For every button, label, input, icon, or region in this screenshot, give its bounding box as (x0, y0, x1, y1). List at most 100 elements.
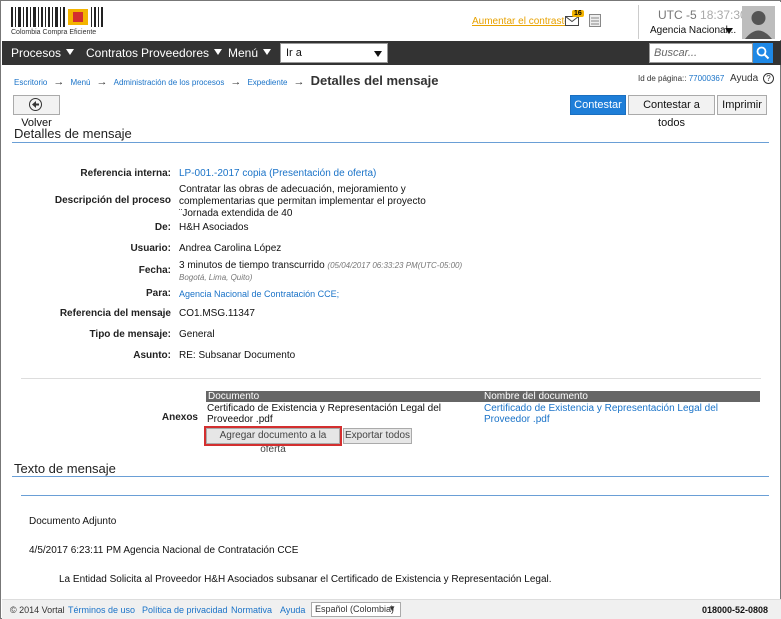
footer-copyright: © 2014 Vortal (10, 605, 65, 615)
document-icon[interactable] (589, 14, 601, 27)
footer-rules-link[interactable]: Normativa (231, 605, 272, 615)
internal-reference-link[interactable]: LP-001.-2017 copia (Presentación de ofer… (179, 168, 469, 180)
message-reference-value: CO1.MSG.11347 (179, 308, 255, 319)
footer-phone: 018000-52-0808 (702, 605, 769, 615)
breadcrumb-arrow: → (96, 76, 108, 88)
annexes-table: Documento Nombre del documento Certifica… (206, 391, 760, 425)
process-description-value: Contratar las obras de adecuación, mejor… (179, 184, 426, 219)
user-silhouette-icon (742, 6, 775, 39)
page-id-label: Id de página:: (638, 74, 687, 83)
column-header-document: Documento (208, 391, 260, 402)
section-divider (12, 476, 769, 477)
nav-procesos-label: Procesos (11, 46, 62, 60)
print-button[interactable]: Imprimir (717, 95, 767, 115)
nav-proveedores-label: Proveedores (141, 46, 210, 60)
logo[interactable]: Colombia Compra Eficiente (11, 7, 103, 37)
annexes-table-header: Documento Nombre del documento (206, 391, 760, 402)
chevron-down-icon (214, 49, 223, 55)
chevron-down-icon (374, 51, 382, 57)
footer-privacy-link[interactable]: Política de privacidad (142, 605, 228, 615)
nav-procesos[interactable]: Procesos (11, 46, 75, 60)
logo-text: Colombia Compra Eficiente (11, 29, 97, 36)
header-separator (638, 5, 639, 39)
goto-select[interactable]: Ir a (280, 43, 388, 63)
highlight-outline (204, 426, 342, 446)
help-icon: ? (762, 73, 774, 84)
help-link[interactable]: Ayuda ? (730, 73, 774, 84)
table-row: Certificado de Existencia y Representaci… (206, 402, 760, 425)
header: Colombia Compra Eficiente Aumentar el co… (2, 2, 781, 40)
date-timestamp: (05/04/2017 06:33:23 PM(UTC-05:00) (327, 261, 463, 270)
clock-time: 18:37:30 (700, 8, 747, 22)
date-value: 3 minutos de tiempo transcurrido (05/04/… (179, 260, 479, 284)
footer-terms-link[interactable]: Términos de uso (68, 605, 135, 615)
breadcrumb-arrow: → (53, 76, 65, 88)
breadcrumb-escritorio[interactable]: Escritorio (14, 78, 47, 87)
page-frame: Colombia Compra Eficiente Aumentar el co… (0, 0, 781, 619)
increase-contrast-link[interactable]: Aumentar el contraste (472, 16, 570, 27)
message-line-1: Documento Adjunto (29, 516, 117, 527)
message-section-title: Texto de mensaje (14, 461, 116, 476)
nav-contratos-label: Contratos (86, 46, 139, 60)
user-label: Usuario: (130, 243, 171, 254)
annexes-label: Anexos (161, 412, 198, 423)
search-icon (756, 46, 770, 60)
search-input[interactable] (649, 43, 753, 63)
message-line-2: 4/5/2017 6:23:11 PM Agencia Nacional de … (29, 545, 299, 556)
annex-document: Certificado de Existencia y Representaci… (207, 403, 442, 425)
nav-menu[interactable]: Menú (228, 46, 272, 60)
to-label: Para: (145, 288, 171, 299)
process-description-label: Descripción del proceso (54, 195, 171, 206)
utc-label: UTC -5 (658, 8, 697, 22)
main-navbar: Procesos Contratos Proveedores Menú Ir a (2, 41, 781, 65)
breadcrumb-menu[interactable]: Menú (70, 78, 90, 87)
subject-value: RE: Subsanar Documento (179, 350, 296, 361)
back-button[interactable]: Volver (13, 95, 60, 129)
message-reference-label: Referencia del mensaje (59, 308, 171, 319)
barcode-logo-icon (11, 7, 103, 27)
section-divider (21, 378, 761, 379)
reply-button[interactable]: Contestar (570, 95, 626, 115)
chevron-down-icon (66, 49, 75, 55)
breadcrumb-administracion[interactable]: Administración de los procesos (114, 78, 225, 87)
user-value: Andrea Carolina López (179, 243, 282, 254)
column-header-document-name: Nombre del documento (484, 391, 588, 402)
page-id: Id de página:: 77000367 (638, 74, 724, 83)
message-type-label: Tipo de mensaje: (89, 329, 171, 340)
reply-all-button[interactable]: Contestar a todos (628, 95, 715, 129)
footer: © 2014 Vortal Términos de uso Política d… (2, 599, 781, 619)
message-line-3: La Entidad Solicita al Proveedor H&H Aso… (59, 574, 552, 585)
help-label: Ayuda (730, 73, 759, 84)
annex-document-link[interactable]: Certificado de Existencia y Representaci… (484, 403, 760, 425)
date-label: Fecha: (138, 265, 171, 276)
language-select-value: Español (Colombia) (315, 604, 395, 614)
chevron-down-icon (263, 49, 272, 55)
export-all-button[interactable]: Exportar todos (343, 428, 412, 444)
utc-clock: UTC -5 18:37:30 (658, 8, 747, 22)
mail-count-badge: 16 (572, 10, 584, 17)
search-button[interactable] (753, 43, 773, 63)
from-value: H&H Asociados (179, 222, 249, 233)
details-section-title: Detalles de mensaje (14, 126, 132, 141)
to-value-link[interactable]: Agencia Nacional de Contratación CCE; (179, 288, 469, 300)
back-arrow-icon (28, 98, 42, 111)
message-type-value: General (179, 329, 215, 340)
breadcrumb-arrow: → (230, 76, 242, 88)
date-timezone: Bogotá, Lima, Quito) (179, 273, 253, 282)
mail-icon[interactable] (565, 16, 579, 26)
from-label: De: (154, 222, 171, 233)
footer-help-link[interactable]: Ayuda (280, 605, 305, 615)
subject-label: Asunto: (133, 350, 171, 361)
page-title: Detalles del mensaje (310, 73, 439, 88)
section-divider (12, 142, 769, 143)
breadcrumb-expediente[interactable]: Expediente (247, 78, 287, 87)
chevron-down-icon[interactable] (725, 28, 733, 34)
breadcrumb-arrow: → (293, 76, 305, 88)
avatar[interactable] (742, 6, 775, 39)
nav-proveedores[interactable]: Proveedores (141, 46, 223, 60)
agency-selector[interactable]: Agencia Nacional... (650, 25, 736, 36)
language-select[interactable]: Español (Colombia) ▼ (311, 602, 401, 617)
section-divider (21, 495, 769, 496)
nav-contratos[interactable]: Contratos (86, 46, 138, 60)
page-id-link[interactable]: 77000367 (689, 74, 725, 83)
